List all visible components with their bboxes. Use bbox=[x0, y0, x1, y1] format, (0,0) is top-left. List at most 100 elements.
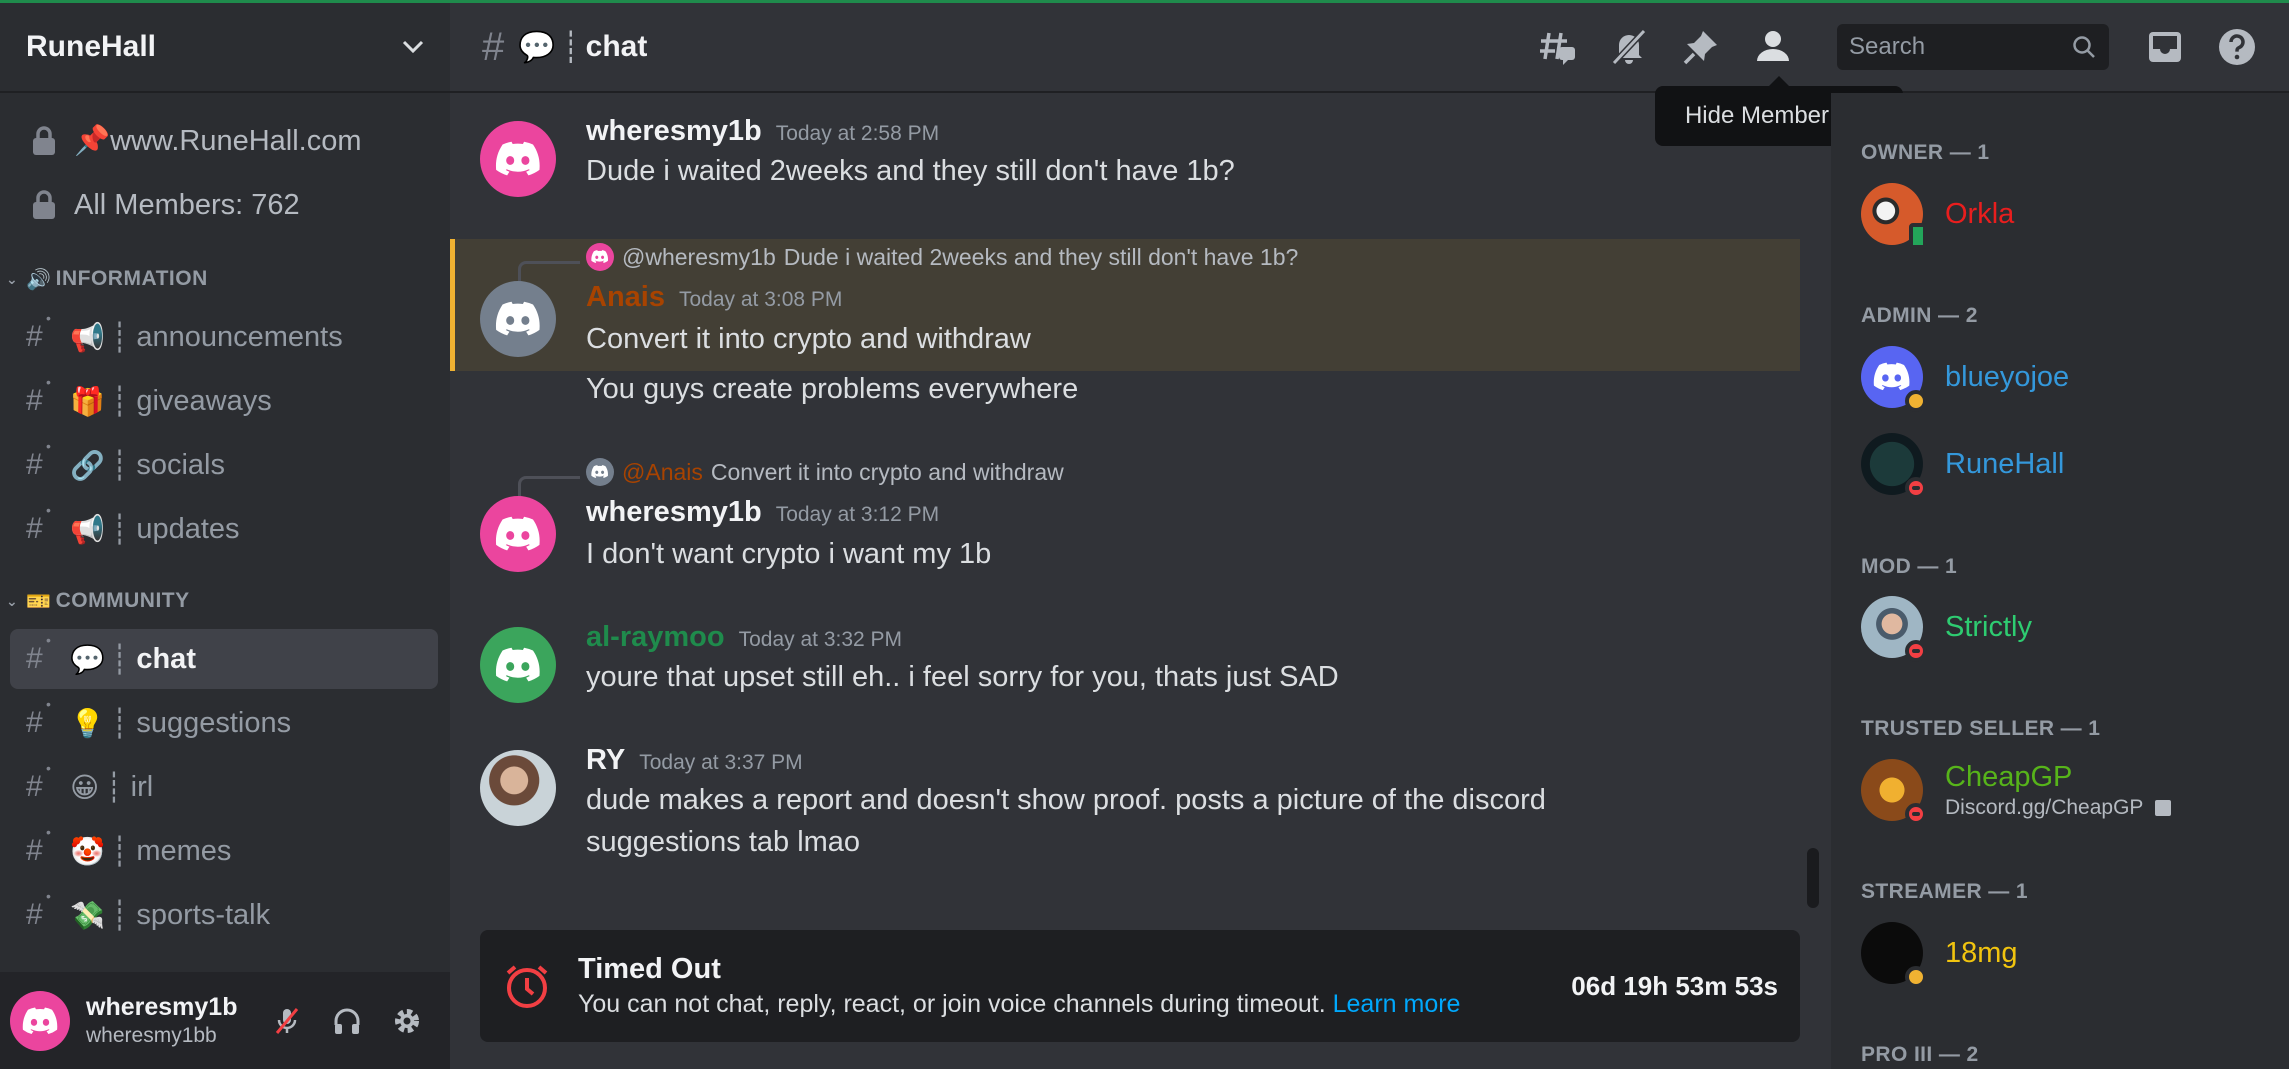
timeout-title: Timed Out bbox=[578, 953, 721, 985]
message-text: You guys create problems everywhere bbox=[586, 373, 1079, 405]
avatar bbox=[1861, 433, 1927, 499]
chevron-down-icon: ⌄ bbox=[6, 270, 19, 287]
avatar[interactable] bbox=[480, 121, 556, 197]
category-information[interactable]: ⌄ 🔊 INFORMATION bbox=[0, 253, 450, 305]
avatar[interactable] bbox=[10, 990, 70, 1051]
avatar[interactable] bbox=[480, 627, 556, 703]
learn-more-link[interactable]: Learn more bbox=[1333, 990, 1461, 1018]
message-text: dude makes a report and doesn't show pro… bbox=[586, 784, 1546, 816]
threads-icon[interactable] bbox=[1535, 25, 1579, 69]
server-header[interactable]: RuneHall bbox=[0, 3, 450, 93]
channel-announcements[interactable]: # 📢 ┊ announcements bbox=[10, 307, 438, 367]
channel-separator: ┊ bbox=[561, 30, 580, 64]
channel-memes[interactable]: # 🤡 ┊ memes bbox=[10, 821, 438, 881]
member-item[interactable]: Orkla bbox=[1861, 183, 2014, 249]
reply-text: Dude i waited 2weeks and they still don'… bbox=[783, 243, 1299, 270]
channel-header: # 💬 ┊ chat Search bbox=[450, 3, 2289, 93]
member-name: CheapGP bbox=[1945, 760, 2073, 793]
reply-text: Convert it into crypto and withdraw bbox=[710, 458, 1064, 485]
message-author[interactable]: Anais bbox=[586, 281, 665, 313]
message-author[interactable]: wheresmy1b bbox=[586, 115, 762, 147]
lock-icon bbox=[33, 126, 55, 155]
message-author[interactable]: wheresmy1b bbox=[586, 496, 762, 528]
channel-label: 📌www.RuneHall.com bbox=[74, 125, 362, 157]
user-panel: wheresmy1b wheresmy1bb bbox=[0, 972, 450, 1069]
timeout-banner: Timed Out You can not chat, reply, react… bbox=[480, 930, 1800, 1042]
channel-name: socials bbox=[136, 448, 225, 481]
discord-logo-icon bbox=[496, 301, 540, 336]
notification-bell-muted-icon[interactable] bbox=[1607, 25, 1651, 69]
idle-status-icon bbox=[1905, 966, 1927, 988]
message-author[interactable]: RY bbox=[586, 744, 625, 776]
message-text: Convert it into crypto and withdraw bbox=[586, 323, 1031, 355]
channel-irl[interactable]: # 😀 ┊ irl bbox=[10, 757, 438, 817]
channel-socials[interactable]: # 🔗 ┊ socials bbox=[10, 435, 438, 495]
user-username: wheresmy1bb bbox=[86, 1024, 217, 1047]
reply-author: @wheresmy1b bbox=[622, 243, 776, 270]
reply-spine bbox=[518, 476, 580, 498]
channel-separator: ┊ bbox=[110, 643, 129, 676]
member-item[interactable]: blueyojoe bbox=[1861, 346, 2069, 412]
channel-emoji: 😀 bbox=[70, 771, 100, 803]
avatar[interactable] bbox=[480, 496, 556, 572]
channel-emoji: 💸 bbox=[70, 899, 105, 931]
message-text: I don't want crypto i want my 1b bbox=[586, 538, 992, 570]
channel-suggestions[interactable]: # 💡 ┊ suggestions bbox=[10, 693, 438, 753]
timeout-description: You can not chat, reply, react, or join … bbox=[578, 990, 1571, 1019]
avatar[interactable] bbox=[480, 750, 556, 826]
mute-mic-icon[interactable] bbox=[270, 1004, 304, 1038]
channel-emoji: 🎁 bbox=[70, 385, 105, 417]
pin-icon[interactable] bbox=[1679, 25, 1723, 69]
category-label: COMMUNITY bbox=[55, 589, 190, 612]
channel-chat[interactable]: # 💬 ┊ chat bbox=[10, 629, 438, 689]
reply-author: @Anais bbox=[622, 458, 703, 485]
gear-icon[interactable] bbox=[390, 1004, 424, 1038]
message-timestamp: Today at 3:37 PM bbox=[639, 751, 803, 774]
member-category: OWNER — 1 bbox=[1861, 141, 1990, 164]
idle-status-icon bbox=[1905, 390, 1927, 412]
channel-sports-talk[interactable]: # 💸 ┊ sports-talk bbox=[10, 885, 438, 945]
member-text: CheapGP Discord.gg/CheapGP bbox=[1923, 761, 2171, 820]
help-icon[interactable] bbox=[2215, 25, 2259, 69]
inbox-icon[interactable] bbox=[2143, 25, 2187, 69]
member-category: ADMIN — 2 bbox=[1861, 304, 1978, 327]
avatar bbox=[586, 243, 614, 271]
avatar bbox=[586, 458, 614, 486]
user-controls bbox=[270, 1004, 424, 1038]
channel-giveaways[interactable]: # 🎁 ┊ giveaways bbox=[10, 371, 438, 431]
discord-logo-icon bbox=[1874, 363, 1910, 391]
timeout-text: Timed Out You can not chat, reply, react… bbox=[578, 953, 1571, 1019]
channel-emoji: 💬 bbox=[70, 643, 105, 675]
channel-label: All Members: 762 bbox=[74, 188, 300, 221]
server-name: RuneHall bbox=[26, 30, 157, 63]
channel-member-count[interactable]: All Members: 762 bbox=[0, 173, 450, 237]
member-list-icon[interactable] bbox=[1751, 25, 1795, 69]
channel-updates[interactable]: # 📢 ┊ updates bbox=[10, 499, 438, 559]
channel-separator: ┊ bbox=[105, 771, 123, 804]
text-channel-locked-icon: # bbox=[26, 502, 60, 546]
channel-list: 📌www.RuneHall.com All Members: 762 ⌄ 🔊 I… bbox=[0, 93, 450, 945]
channel-website[interactable]: 📌www.RuneHall.com bbox=[0, 109, 450, 173]
avatar[interactable] bbox=[480, 281, 556, 357]
member-item[interactable]: CheapGP Discord.gg/CheapGP bbox=[1861, 759, 2171, 825]
user-info[interactable]: wheresmy1b wheresmy1bb bbox=[86, 993, 270, 1048]
headphones-icon[interactable] bbox=[330, 1004, 364, 1038]
member-item[interactable]: Strictly bbox=[1861, 596, 2032, 662]
channel-name: announcements bbox=[136, 320, 343, 353]
speaker-emoji: 🔊 bbox=[26, 268, 52, 291]
member-item[interactable]: 18mg bbox=[1861, 922, 2018, 988]
reply-preview[interactable]: @Anais Convert it into crypto and withdr… bbox=[586, 458, 1064, 486]
member-activity-text: Discord.gg/CheapGP bbox=[1945, 795, 2144, 819]
reply-preview[interactable]: @wheresmy1b Dude i waited 2weeks and the… bbox=[586, 243, 1298, 271]
category-community[interactable]: ⌄ 🎫 COMMUNITY bbox=[0, 575, 450, 627]
message-header: RY Today at 3:37 PM bbox=[586, 744, 803, 777]
message-author[interactable]: al-raymoo bbox=[586, 621, 725, 653]
member-item[interactable]: RuneHall bbox=[1861, 433, 2064, 499]
message-scrollbar[interactable] bbox=[1807, 848, 1819, 908]
search-input[interactable]: Search bbox=[1837, 24, 2109, 70]
chevron-down-icon bbox=[402, 40, 424, 54]
message-header: wheresmy1b Today at 2:58 PM bbox=[586, 115, 939, 148]
avatar bbox=[1861, 183, 1927, 249]
channel-separator: ┊ bbox=[110, 899, 129, 932]
clock-alert-icon bbox=[506, 965, 548, 1008]
